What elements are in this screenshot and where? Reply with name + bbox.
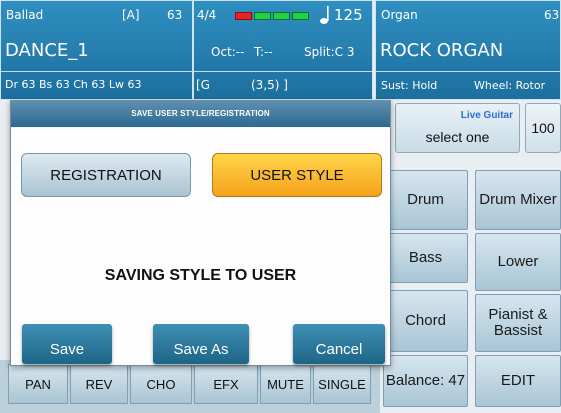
tempo-value: 125	[334, 6, 363, 24]
mixer-pan-button[interactable]: PAN	[8, 364, 68, 404]
bass-button[interactable]: Bass	[383, 233, 468, 283]
octave-value: Oct:--	[211, 45, 245, 59]
chord-button[interactable]: Chord	[383, 290, 468, 352]
tab-user-style[interactable]: USER STYLE	[212, 153, 382, 197]
style-variation: [A]	[122, 8, 140, 22]
live-guitar-value[interactable]: 100	[525, 103, 561, 153]
balance-button[interactable]: Balance: 47	[383, 355, 468, 407]
style-category: Ballad	[6, 8, 44, 22]
wheel-value: Wheel: Rotor	[474, 79, 546, 92]
style-number: 63	[167, 8, 183, 22]
mixer-mute-button[interactable]: MUTE	[260, 364, 311, 404]
live-guitar-tag: Live Guitar	[460, 110, 513, 121]
time-signature: 4/4	[197, 8, 217, 22]
pianist-bassist-button[interactable]: Pianist & Bassist	[475, 294, 561, 352]
mixer-efx-button[interactable]: EFX	[194, 364, 258, 404]
drum-mixer-button[interactable]: Drum Mixer	[475, 170, 561, 230]
cancel-button[interactable]: Cancel	[293, 324, 385, 364]
note-icon	[320, 6, 329, 24]
save-as-button[interactable]: Save As	[153, 324, 249, 364]
save-dialog: SAVE USER STYLE/REGISTRATION REGISTRATIO…	[10, 100, 391, 366]
drum-button[interactable]: Drum	[383, 170, 468, 230]
live-guitar-select[interactable]: Live Guitar select one	[395, 103, 520, 153]
voice-number: 63	[544, 8, 560, 22]
style-channels: Dr 63 Bs 63 Ch 63 Lw 63	[5, 78, 142, 91]
lower-button[interactable]: Lower	[475, 233, 561, 291]
mixer-rev-button[interactable]: REV	[70, 364, 128, 404]
mixer-cho-button[interactable]: CHO	[130, 364, 192, 404]
tab-registration[interactable]: REGISTRATION	[21, 153, 191, 197]
voice-name: ROCK ORGAN	[380, 40, 504, 61]
style-info-panel[interactable]: Ballad [A] 63 DANCE_1 Dr 63 Bs 63 Ch 63 …	[0, 0, 193, 100]
voice-info-panel[interactable]: Organ 63 ROCK ORGAN Sust: Hold Wheel: Ro…	[375, 0, 561, 100]
voice-category: Organ	[381, 8, 418, 22]
select-one-label: select one	[425, 129, 490, 145]
dialog-title: SAVE USER STYLE/REGISTRATION	[11, 101, 390, 127]
tempo-info-panel[interactable]: 4/4 125 Oct:-- T:-- Split:C 3 [G (3,5) ]	[193, 0, 373, 100]
transpose-value: T:--	[254, 45, 273, 59]
chord-value: (3,5) ]	[251, 78, 288, 92]
sustain-value: Sust: Hold	[381, 79, 438, 92]
save-button[interactable]: Save	[22, 324, 112, 364]
split-value: Split:C 3	[304, 45, 355, 59]
dialog-message: SAVING STYLE TO USER	[104, 267, 297, 284]
style-name: DANCE_1	[5, 40, 89, 61]
level-meter	[235, 12, 309, 20]
edit-button[interactable]: EDIT	[475, 355, 561, 407]
mixer-single-button[interactable]: SINGLE	[313, 364, 371, 404]
chord-bracket: [G	[196, 78, 210, 92]
